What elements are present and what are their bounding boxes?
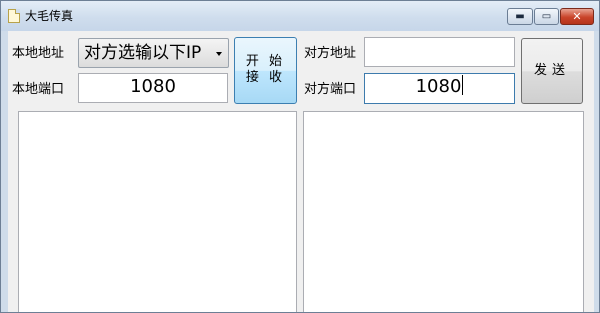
local-port-value: 1080: [130, 76, 176, 97]
remote-port-value: 1080: [415, 76, 462, 97]
remote-address-input[interactable]: [364, 37, 515, 67]
remote-port-input[interactable]: 1080: [364, 73, 515, 104]
client-area: 本地地址 对方选输以下IP 本地端口 1080 开 始 接 收 对方地址 对方端…: [8, 31, 594, 312]
local-port-input[interactable]: 1080: [78, 73, 228, 103]
title-bar[interactable]: 大毛传真 ▬ ▭ ✕: [1, 1, 599, 31]
start-receive-line1: 开 始: [245, 54, 286, 69]
chevron-down-icon: [216, 52, 222, 56]
text-caret: [462, 75, 464, 95]
local-port-label: 本地端口: [12, 82, 65, 97]
document-icon: [8, 9, 20, 23]
send-button[interactable]: 发送: [521, 38, 583, 104]
close-button[interactable]: ✕: [560, 8, 594, 25]
local-address-value: 对方选输以下IP: [84, 43, 202, 63]
maximize-button[interactable]: ▭: [534, 8, 559, 25]
main-window: 大毛传真 ▬ ▭ ✕ 本地地址 对方选输以下IP 本地端口 1080 开 始 接…: [0, 0, 600, 313]
window-title: 大毛传真: [25, 9, 74, 23]
remote-address-label: 对方地址: [304, 46, 357, 61]
send-text-area[interactable]: [303, 111, 584, 312]
received-text-area[interactable]: [18, 111, 297, 312]
local-address-select[interactable]: 对方选输以下IP: [78, 38, 229, 68]
start-receive-button[interactable]: 开 始 接 收: [234, 37, 297, 104]
minimize-button[interactable]: ▬: [507, 8, 533, 25]
start-receive-line2: 接 收: [245, 70, 286, 85]
local-address-label: 本地地址: [12, 46, 65, 61]
remote-port-label: 对方端口: [304, 82, 357, 97]
